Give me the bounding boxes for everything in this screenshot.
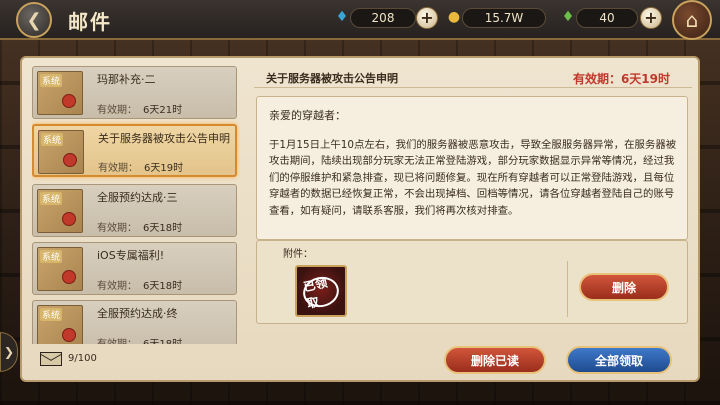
scroll-icon: 系统 — [37, 305, 83, 344]
mail-detail-header: 关于服务器被攻击公告申明 有效期：6天19时 — [254, 66, 692, 88]
mail-list-item[interactable]: 系统 全服预约达成·三 有效期： 6天18时 — [32, 184, 237, 237]
seal-icon — [62, 328, 76, 342]
resource-fish-value: 208 — [350, 8, 416, 28]
claim-all-button[interactable]: 全部领取 — [566, 346, 672, 374]
seal-icon — [62, 212, 76, 226]
attachment-label: 附件： — [283, 249, 313, 260]
home-icon: ⌂ — [685, 8, 699, 32]
mail-expiry-label: 有效期： — [97, 105, 137, 116]
mail-list-item-selected[interactable]: 系统 关于服务器被攻击公告申明 有效期： 6天19时 — [32, 124, 237, 177]
add-gem-button[interactable]: + — [640, 7, 662, 29]
delete-read-button[interactable]: 删除已读 — [444, 346, 546, 374]
mail-content: 亲爱的穿越者： 于1月15日上午10点左右，我们的服务器被恶意攻击，导致全服服务… — [256, 96, 688, 240]
seal-icon — [62, 270, 76, 284]
envelope-icon — [40, 352, 62, 366]
scroll-icon: 系统 — [37, 189, 83, 233]
mail-list-item[interactable]: 系统 玛那补充·二 有效期： 6天21时 — [32, 66, 237, 119]
mail-expiry-label: 有效期： — [97, 223, 137, 234]
mail-count: 9/100 — [68, 353, 97, 364]
mail-expiry-value: 6天21时 — [143, 105, 183, 116]
mail-title: 全服预约达成·三 — [97, 191, 178, 204]
claimed-stamp: 已领取 — [300, 273, 342, 311]
seal-icon — [62, 94, 76, 108]
top-bar: ❮ 邮件 ♦ 208 + ● 15.7W ♦ 40 + ⌂ — [0, 0, 720, 40]
mail-title: 全服预约达成·终 — [97, 307, 178, 320]
mail-body: 于1月15日上午10点左右，我们的服务器被恶意攻击，导致全服服务器异常，在服务器… — [269, 139, 677, 217]
seal-icon — [63, 153, 77, 167]
add-fish-button[interactable]: + — [416, 7, 438, 29]
mail-greeting: 亲爱的穿越者： — [269, 109, 346, 122]
mail-expiry-value: 6天19时 — [144, 163, 184, 174]
divider — [567, 261, 568, 317]
mail-list-item[interactable]: 系统 iOS专属福利! 有效期： 6天18时 — [32, 242, 237, 295]
attachment-section: 附件： 已领取 删除 — [256, 240, 688, 324]
mail-expiry-label: 有效期： — [97, 335, 137, 344]
mail-title: 关于服务器被攻击公告申明 — [98, 132, 230, 145]
mail-expiry-value: 6天18时 — [143, 281, 183, 292]
mail-expiry-value: 6天18时 — [143, 335, 182, 344]
mail-title: iOS专属福利! — [97, 249, 165, 262]
mail-title: 玛那补充·二 — [97, 73, 156, 86]
page-title: 邮件 — [68, 10, 112, 34]
mail-detail-expiry: 有效期：6天19时 — [572, 72, 670, 86]
delete-button[interactable]: 删除 — [579, 273, 669, 301]
mail-expiry-label: 有效期： — [98, 163, 138, 174]
mail-expiry-label: 有效期： — [97, 281, 137, 292]
resource-coin-value: 15.7W — [462, 8, 546, 28]
resource-gem-value: 40 — [576, 8, 638, 28]
scroll-icon: 系统 — [37, 247, 83, 291]
scroll-icon: 系统 — [37, 71, 83, 115]
chevron-right-icon: ❯ — [3, 345, 15, 359]
attachment-item[interactable]: 已领取 — [295, 265, 347, 317]
chevron-left-icon: ❮ — [26, 9, 42, 31]
scroll-icon: 系统 — [38, 130, 84, 174]
mail-list: 系统 玛那补充·二 有效期： 6天21时 系统 关于服务器被攻击公告申明 有效期… — [32, 64, 240, 344]
mail-detail-title: 关于服务器被攻击公告申明 — [266, 72, 398, 85]
home-button[interactable]: ⌂ — [672, 0, 712, 40]
back-button[interactable]: ❮ — [16, 2, 52, 38]
mail-list-item[interactable]: 系统 全服预约达成·终 有效期： 6天18时 — [32, 300, 237, 344]
mail-expiry-value: 6天18时 — [143, 223, 183, 234]
